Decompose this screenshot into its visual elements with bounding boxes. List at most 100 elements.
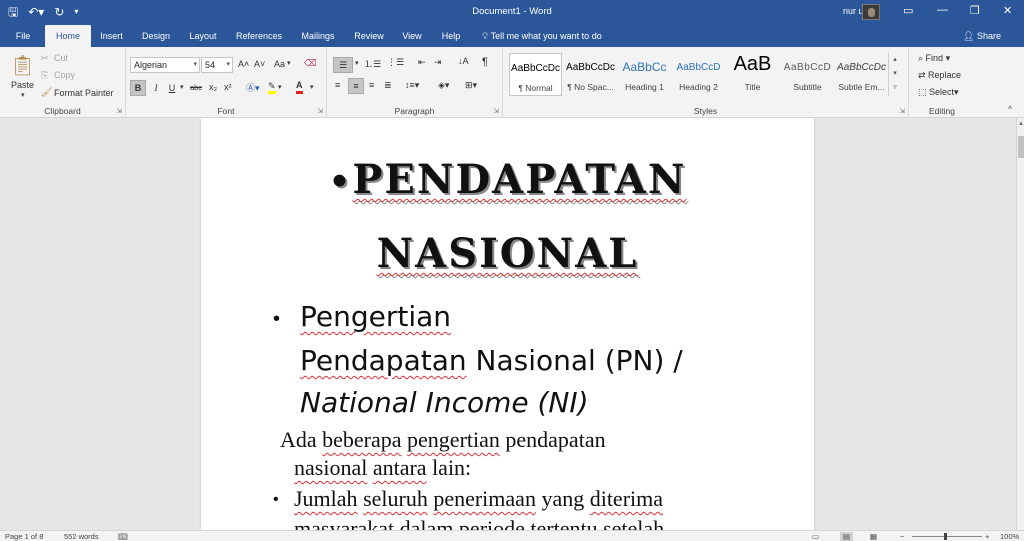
zoom-level[interactable]: 100% xyxy=(1000,532,1019,541)
grow-font-button[interactable]: A˄ xyxy=(238,59,249,69)
underline-button[interactable]: U xyxy=(164,80,180,96)
document-workspace: •PENDAPATAN NASIONAL • Pengertian Pendap… xyxy=(0,118,1016,530)
borders-icon[interactable]: ⊞▾ xyxy=(465,80,477,91)
zoom-in-icon[interactable]: + xyxy=(985,532,989,541)
highlight-icon[interactable]: ✎ xyxy=(268,81,276,94)
page-count[interactable]: Page 1 of 8 xyxy=(5,532,43,541)
zoom-out-icon[interactable]: − xyxy=(900,532,904,541)
style-subtitle[interactable]: AaBbCcD Subtitle xyxy=(781,53,834,96)
print-layout-icon[interactable]: ▤ xyxy=(840,532,854,541)
copy-button[interactable]: Copy xyxy=(54,70,75,80)
tab-help[interactable]: Help xyxy=(436,25,466,47)
font-name-select[interactable]: Algerian ▾ xyxy=(130,57,200,73)
tab-insert[interactable]: Insert xyxy=(93,25,130,47)
ribbon-display-icon[interactable]: ▭ xyxy=(903,4,913,17)
tab-references[interactable]: References xyxy=(230,25,288,47)
replace-button[interactable]: ⇄ Replace xyxy=(918,70,961,81)
align-right-icon[interactable]: ≡ xyxy=(369,80,374,90)
tab-view[interactable]: View xyxy=(396,25,428,47)
font-launcher-icon[interactable]: ⇲ xyxy=(317,107,323,115)
paragraph-launcher-icon[interactable]: ⇲ xyxy=(493,107,499,115)
cut-button[interactable]: Cut xyxy=(54,53,68,63)
bullets-icon[interactable]: ☰ xyxy=(333,57,353,73)
clipboard-launcher-icon[interactable]: ⇲ xyxy=(116,107,122,115)
paste-icon[interactable]: 📋︎ xyxy=(10,53,35,78)
tab-file[interactable]: File xyxy=(6,25,40,47)
tell-me-box[interactable]: 💡︎ Tell me what you want to do xyxy=(482,25,602,47)
change-case-button[interactable]: Aa xyxy=(274,59,285,69)
style-normal[interactable]: AaBbCcDc ¶ Normal xyxy=(509,53,562,96)
superscript-button[interactable]: x² xyxy=(224,82,232,92)
styles-gallery-scroll[interactable]: ▴ ▾ ▿ xyxy=(888,53,901,96)
justify-icon[interactable]: ≣ xyxy=(384,80,392,91)
font-color-icon[interactable]: A xyxy=(296,80,303,94)
numbering-icon[interactable]: ⒈☰ xyxy=(364,57,381,70)
font-group: Algerian ▾ 54 ▾ A˄ A˅ Aa ▾ ⌫ B I U ▾ abc x… xyxy=(126,47,327,118)
style-title[interactable]: AaB Title xyxy=(726,53,779,96)
text-run: seluruh xyxy=(363,486,428,511)
style-no-spacing[interactable]: AaBbCcDc ¶ No Spac... xyxy=(564,53,617,96)
chevron-down-icon[interactable]: ▾ xyxy=(287,59,291,67)
line-spacing-icon[interactable]: ↕≡▾ xyxy=(405,80,419,91)
clipboard-group: 📋︎ Paste ▾ ✂ Cut ⎘ Copy 🖌︎ Format Painte… xyxy=(0,47,126,118)
align-left-icon[interactable]: ≡ xyxy=(335,80,340,90)
style-heading-2[interactable]: AaBbCcD Heading 2 xyxy=(672,53,725,96)
text-run: lain: xyxy=(426,455,472,480)
tab-design[interactable]: Design xyxy=(136,25,176,47)
find-button[interactable]: ⌕ Find ▾ xyxy=(918,53,950,64)
minimize-icon[interactable]: — xyxy=(937,4,948,16)
font-size-value: 54 xyxy=(205,60,216,70)
styles-group: AaBbCcDc ¶ Normal AaBbCcDc ¶ No Spac... Aa… xyxy=(503,47,909,118)
collapse-ribbon-icon[interactable]: ˄ xyxy=(1008,105,1012,112)
scroll-up-icon[interactable]: ▲ xyxy=(1017,121,1024,127)
shrink-font-button[interactable]: A˅ xyxy=(254,59,265,69)
read-mode-icon[interactable]: ▭ xyxy=(812,532,819,541)
paste-dropdown-icon[interactable]: ▾ xyxy=(21,91,25,99)
clear-formatting-icon[interactable]: ⌫ xyxy=(304,58,317,69)
shading-icon[interactable]: ◈▾ xyxy=(438,80,449,91)
font-size-select[interactable]: 54 ▾ xyxy=(201,57,233,73)
paste-button[interactable]: Paste xyxy=(11,80,34,90)
chevron-down-icon[interactable]: ▾ xyxy=(278,83,282,91)
word-count[interactable]: 552 words xyxy=(64,532,99,541)
multilevel-list-icon[interactable]: ⋮☰ xyxy=(387,57,404,68)
style-heading-1[interactable]: AaBbCc Heading 1 xyxy=(618,53,671,96)
select-button[interactable]: ⬚ Select▾ xyxy=(918,87,959,98)
align-center-icon[interactable]: ≡ xyxy=(348,78,364,94)
decrease-indent-icon[interactable]: ⇤ xyxy=(418,57,426,68)
format-painter-button[interactable]: Format Painter xyxy=(54,88,114,98)
scroll-thumb[interactable] xyxy=(1018,136,1024,158)
chevron-down-icon[interactable]: ▾ xyxy=(310,83,314,91)
sort-icon[interactable]: ↓A xyxy=(458,56,469,66)
style-subtle-emphasis[interactable]: AaBbCcDc Subtle Em... xyxy=(835,53,888,96)
chevron-down-icon[interactable]: ▾ xyxy=(355,59,359,67)
text-run: penerimaan xyxy=(433,486,536,511)
tab-layout[interactable]: Layout xyxy=(183,25,223,47)
tab-mailings[interactable]: Mailings xyxy=(294,25,342,47)
zoom-slider-thumb[interactable] xyxy=(944,533,947,540)
document-page[interactable]: •PENDAPATAN NASIONAL • Pengertian Pendap… xyxy=(201,118,814,530)
bold-button[interactable]: B xyxy=(130,80,146,96)
style-name: Title xyxy=(744,82,761,92)
text-run: nasional xyxy=(294,455,368,480)
zoom-slider[interactable] xyxy=(912,536,982,537)
tab-home[interactable]: Home xyxy=(45,25,91,47)
increase-indent-icon[interactable]: ⇥ xyxy=(434,57,442,68)
proofing-icon[interactable]: 📖︎ xyxy=(118,532,128,541)
vertical-scrollbar[interactable]: ▲ xyxy=(1016,118,1024,530)
share-button[interactable]: 👤︎ Share xyxy=(963,25,1001,47)
styles-launcher-icon[interactable]: ⇲ xyxy=(899,107,905,115)
chevron-down-icon: ▾ xyxy=(193,61,197,68)
web-layout-icon[interactable]: ▦ xyxy=(870,532,877,541)
subscript-button[interactable]: x₂ xyxy=(209,82,217,92)
close-icon[interactable]: ✕ xyxy=(1003,4,1012,17)
tab-review[interactable]: Review xyxy=(349,25,389,47)
italic-button[interactable]: I xyxy=(148,80,164,96)
subheading-word: Pengertian xyxy=(300,300,452,333)
chevron-down-icon[interactable]: ▾ xyxy=(180,83,184,91)
restore-icon[interactable]: ❐ xyxy=(970,4,980,17)
show-marks-button[interactable]: ¶ xyxy=(482,56,488,68)
avatar[interactable] xyxy=(862,4,880,20)
text-effects-icon[interactable]: Ⓐ▾ xyxy=(246,81,260,94)
strikethrough-button[interactable]: abc xyxy=(190,83,202,92)
